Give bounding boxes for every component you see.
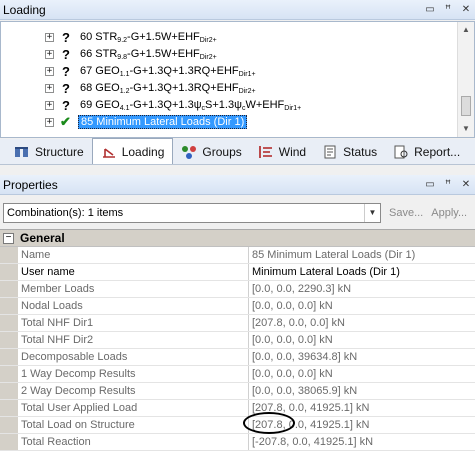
scroll-thumb[interactable] xyxy=(461,96,471,116)
property-row[interactable]: Nodal Loads [0.0, 0.0, 0.0] kN xyxy=(0,298,475,315)
apply-button[interactable]: Apply... xyxy=(431,207,467,219)
panel-tabs: Structure Loading Groups Wind Status Rep… xyxy=(0,138,475,165)
combination-toolbar: Combination(s): 1 items ▼ Save... Apply.… xyxy=(0,202,475,224)
selected-label: 85 Minimum Lateral Loads (Dir 1) xyxy=(78,115,248,129)
collapse-icon[interactable]: − xyxy=(3,232,14,244)
chevron-down-icon[interactable]: ▼ xyxy=(364,204,380,222)
pin-icon[interactable]: ꟸ xyxy=(439,179,457,190)
property-row[interactable]: Total User Applied Load [207.8, 0.0, 4192… xyxy=(0,400,475,417)
category-general[interactable]: − General xyxy=(0,230,475,247)
tab-status[interactable]: Status xyxy=(314,140,385,164)
property-row[interactable]: Total NHF Dir2 [0.0, 0.0, 0.0] kN xyxy=(0,332,475,349)
loading-panel-title: Loading xyxy=(3,2,46,17)
properties-panel-header: Properties ▭ ꟸ ✕ xyxy=(0,175,475,195)
question-icon: ? xyxy=(62,80,70,96)
property-row[interactable]: 2 Way Decomp Results [0.0, 0.0, 38065.9] … xyxy=(0,383,475,400)
property-row[interactable]: Total Reaction [-207.8, 0.0, 41925.1] kN xyxy=(0,434,475,451)
tree-item[interactable]: + ? 68 GEO1.2-G+1.3Q+1.3RQ+EHFDir2+ xyxy=(45,80,256,96)
question-icon: ? xyxy=(62,29,70,45)
property-row[interactable]: Decomposable Loads [0.0, 0.0, 39634.8] kN xyxy=(0,349,475,366)
tree-item[interactable]: + ? 60 STR9.2-G+1.5W+EHFDir2+ xyxy=(45,29,217,45)
scroll-down-icon[interactable]: ▼ xyxy=(458,121,474,137)
question-icon: ? xyxy=(62,97,70,113)
save-button[interactable]: Save... xyxy=(389,207,423,219)
status-icon xyxy=(324,145,336,159)
tab-structure[interactable]: Structure xyxy=(6,140,92,164)
tree-item[interactable]: + ? 67 GEO1.1-G+1.3Q+1.3RQ+EHFDir1+ xyxy=(45,63,256,79)
minimize-icon[interactable]: ▭ xyxy=(421,179,439,190)
tab-loading[interactable]: Loading xyxy=(91,138,174,164)
expand-icon[interactable]: + xyxy=(45,83,54,93)
loading-tree[interactable]: + ? 60 STR9.2-G+1.5W+EHFDir2+ + ? 66 STR… xyxy=(0,21,475,138)
wind-icon xyxy=(258,146,272,158)
checkmark-icon: ✔ xyxy=(60,114,71,129)
question-icon: ? xyxy=(62,63,70,79)
tab-report[interactable]: Report... xyxy=(385,140,468,164)
tab-wind[interactable]: Wind xyxy=(250,140,314,164)
highlight-annotation-circle xyxy=(243,412,295,434)
expand-icon[interactable]: + xyxy=(45,100,54,110)
expand-icon[interactable]: + xyxy=(45,32,54,42)
pin-icon[interactable]: ꟸ xyxy=(439,4,457,15)
property-row-editable[interactable]: User name Minimum Lateral Loads (Dir 1) xyxy=(0,264,475,281)
combination-select[interactable]: Combination(s): 1 items ▼ xyxy=(3,203,381,223)
tree-item-selected[interactable]: + ✔ 85 Minimum Lateral Loads (Dir 1) xyxy=(45,114,248,130)
report-icon xyxy=(394,145,408,159)
loading-panel-header: Loading ▭ ꟸ ✕ xyxy=(0,0,475,20)
property-row[interactable]: Member Loads [0.0, 0.0, 2290.3] kN xyxy=(0,281,475,298)
groups-icon xyxy=(182,146,197,159)
tree-scrollbar[interactable]: ▲ ▼ xyxy=(457,22,474,137)
tree-item[interactable]: + ? 66 STR9.8-G+1.5W+EHFDir2+ xyxy=(45,46,217,62)
property-row[interactable]: 1 Way Decomp Results [0.0, 0.0, 0.0] kN xyxy=(0,366,475,383)
property-row[interactable]: Name 85 Minimum Lateral Loads (Dir 1) xyxy=(0,247,475,264)
question-icon: ? xyxy=(62,46,70,62)
property-row[interactable]: Total Load on Structure [207.8, 0.0, 4192… xyxy=(0,417,475,434)
expand-icon[interactable]: + xyxy=(45,117,54,127)
scroll-up-icon[interactable]: ▲ xyxy=(458,22,474,38)
expand-icon[interactable]: + xyxy=(45,49,54,59)
close-icon[interactable]: ✕ xyxy=(457,179,475,190)
structure-icon xyxy=(15,147,28,157)
property-row[interactable]: Total NHF Dir1 [207.8, 0.0, 0.0] kN xyxy=(0,315,475,332)
tab-groups[interactable]: Groups xyxy=(173,140,249,164)
loading-icon xyxy=(102,147,115,158)
close-icon[interactable]: ✕ xyxy=(457,4,475,15)
property-grid: − General Name 85 Minimum Lateral Loads (… xyxy=(0,229,475,454)
minimize-icon[interactable]: ▭ xyxy=(421,4,439,15)
expand-icon[interactable]: + xyxy=(45,66,54,76)
tree-item[interactable]: + ? 69 GEO4.1-G+1.3Q+1.3ψcS+1.3ψcW+EHFDi… xyxy=(45,97,301,113)
properties-panel-title: Properties xyxy=(3,177,58,192)
